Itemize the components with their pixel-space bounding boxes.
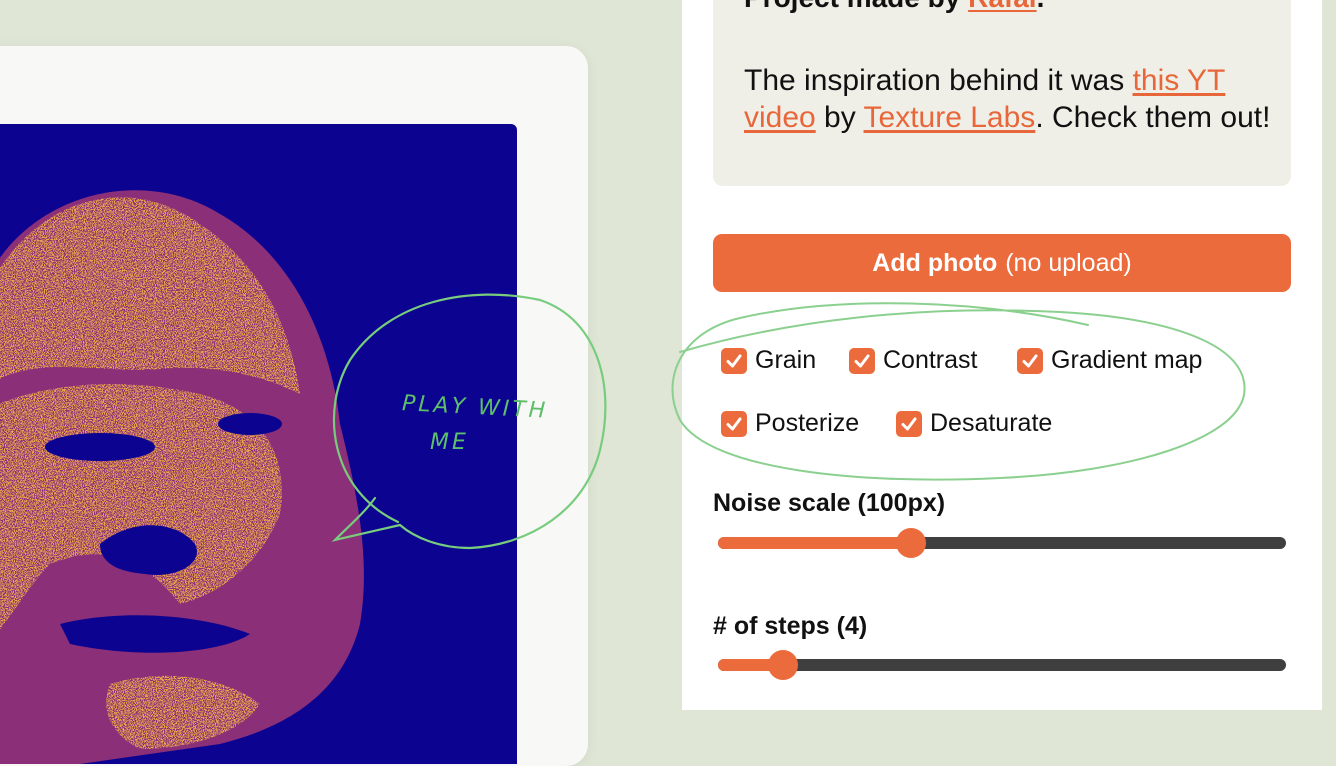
add-photo-label: Add photo xyxy=(872,248,998,277)
preview-card xyxy=(0,46,588,766)
credits-text-2: by xyxy=(815,101,864,134)
checkbox-label: Desaturate xyxy=(930,409,1053,437)
add-photo-button[interactable]: Add photo (no upload) xyxy=(713,234,1291,292)
checkmark-icon xyxy=(849,347,875,374)
noise-scale-label: Noise scale (100px) xyxy=(713,489,946,517)
slider-thumb[interactable] xyxy=(896,528,927,558)
checkbox-contrast[interactable]: Contrast xyxy=(849,346,977,375)
checkbox-gradient-map[interactable]: Gradient map xyxy=(1017,346,1202,375)
controls-panel: Project made by Rafal. The inspiration b… xyxy=(682,0,1322,710)
steps-label: # of steps (4) xyxy=(713,612,868,640)
processed-portrait-image xyxy=(0,190,364,764)
credits-title-prefix: Project made by xyxy=(744,0,968,13)
checkbox-desaturate[interactable]: Desaturate xyxy=(896,409,1052,438)
checkbox-label: Gradient map xyxy=(1051,346,1203,374)
checkmark-icon xyxy=(896,410,922,437)
credits-text-1: The inspiration behind it was xyxy=(744,64,1133,97)
credits-text-3: . Check them out! xyxy=(1035,101,1271,134)
credits-title-suffix: . xyxy=(1037,0,1045,13)
checkbox-posterize[interactable]: Posterize xyxy=(721,409,859,438)
slider-track xyxy=(718,659,1286,671)
credits-text: The inspiration behind it was this YT vi… xyxy=(744,62,1284,136)
texture-labs-link[interactable]: Texture Labs xyxy=(864,101,1036,134)
noise-scale-slider[interactable] xyxy=(718,528,1286,558)
checkbox-label: Posterize xyxy=(755,409,860,437)
add-photo-sublabel: (no upload) xyxy=(1005,248,1132,277)
author-link[interactable]: Rafal xyxy=(968,0,1036,13)
checkbox-grain[interactable]: Grain xyxy=(721,346,816,375)
checkmark-icon xyxy=(1017,347,1043,374)
processed-photo-canvas xyxy=(0,124,517,764)
checkbox-label: Grain xyxy=(755,346,817,374)
checkmark-icon xyxy=(721,347,747,374)
checkbox-label: Contrast xyxy=(883,346,978,374)
slider-thumb[interactable] xyxy=(768,650,799,680)
checkmark-icon xyxy=(721,410,747,437)
steps-slider[interactable] xyxy=(718,650,1286,680)
credits-title: Project made by Rafal. xyxy=(744,0,1044,12)
credits-box: Project made by Rafal. The inspiration b… xyxy=(713,0,1291,186)
slider-fill xyxy=(718,537,912,549)
